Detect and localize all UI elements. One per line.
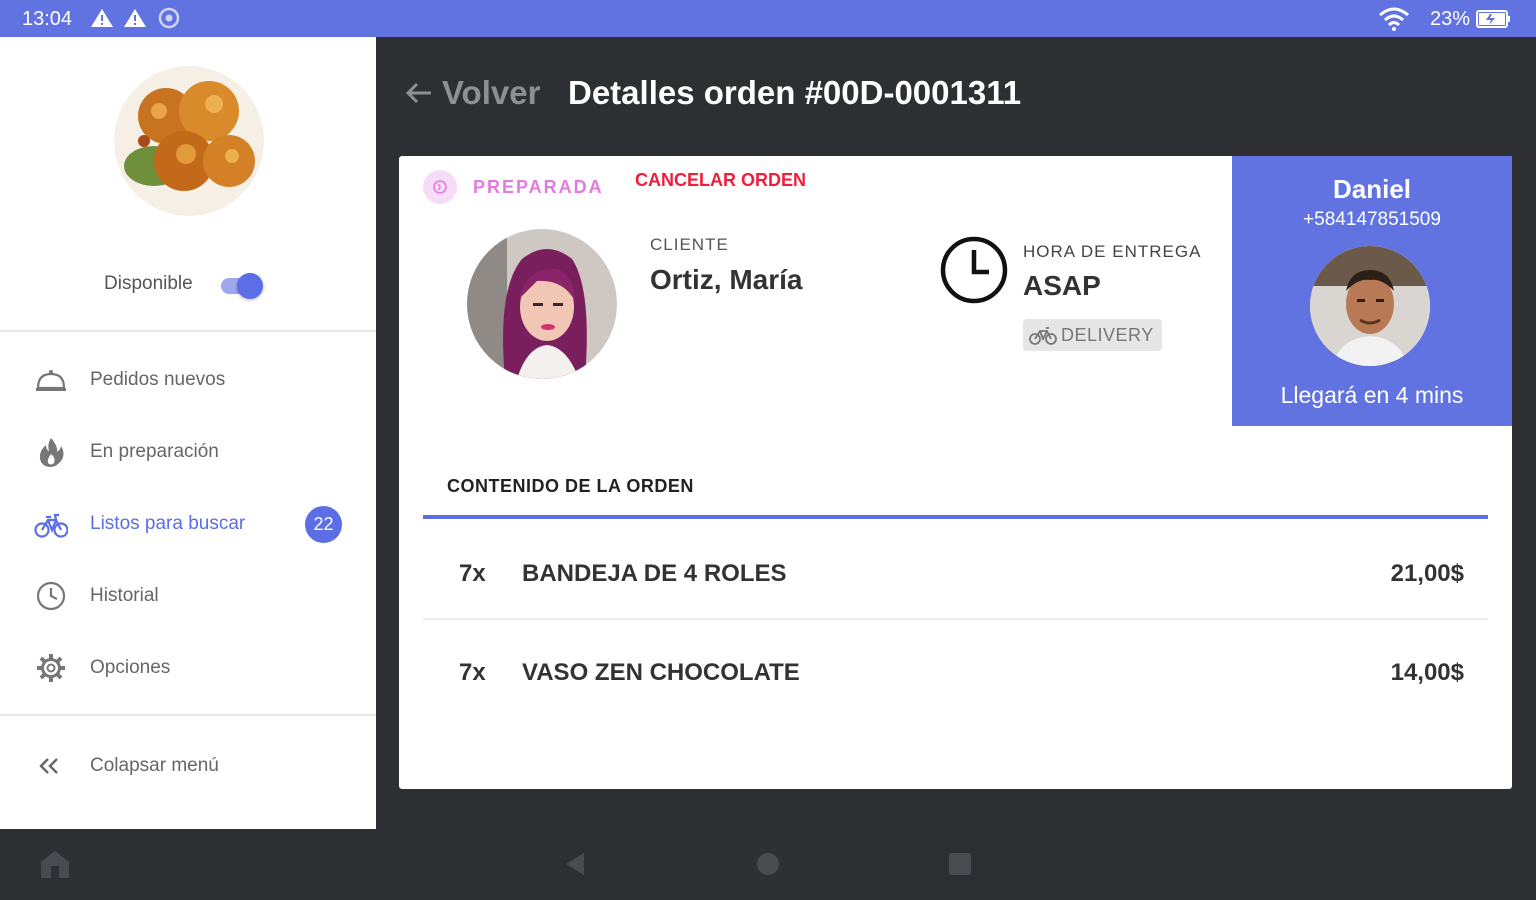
- bicycle-icon: [34, 513, 68, 538]
- recents-nav-icon[interactable]: [947, 851, 973, 877]
- order-card: PREPARADA CANCELAR ORDEN CLIENTE Ortiz, …: [399, 156, 1512, 789]
- divider: [423, 515, 1488, 519]
- driver-panel: Daniel +584147851509 Llegará en 4 mins: [1232, 156, 1512, 426]
- driver-avatar: [1310, 246, 1430, 366]
- sidebar-item-label: Opciones: [90, 657, 171, 678]
- order-item-row: 7x BANDEJA DE 4 ROLES 21,00$: [423, 522, 1488, 620]
- arrow-left-icon: [405, 82, 431, 104]
- order-item-row: 7x VASO ZEN CHOCOLATE 14,00$: [423, 621, 1488, 719]
- client-name: Ortiz, María: [650, 264, 803, 295]
- delivery-time-label: HORA DE ENTREGA: [1023, 242, 1202, 261]
- divider: [0, 714, 376, 716]
- driver-eta: Llegará en 4 mins: [1280, 382, 1464, 408]
- warning-icon: [124, 9, 146, 27]
- double-chevron-left-icon: [39, 758, 58, 774]
- sidebar-item-opciones[interactable]: Opciones: [0, 643, 376, 693]
- clock-icon: [940, 236, 1008, 304]
- sidebar-item-pedidos-nuevos[interactable]: Pedidos nuevos: [0, 355, 376, 405]
- item-name: VASO ZEN CHOCOLATE: [522, 659, 800, 686]
- availability-label: Disponible: [104, 273, 193, 294]
- order-status: PREPARADA: [473, 177, 604, 197]
- restaurant-avatar: [114, 66, 264, 216]
- item-quantity: 7x: [459, 560, 486, 587]
- bicycle-icon: [1029, 327, 1057, 345]
- battery-percent: 23%: [1429, 8, 1470, 30]
- back-label: Volver: [442, 74, 541, 111]
- sidebar-item-label: Listos para buscar: [90, 513, 246, 534]
- settings-status-icon: [158, 7, 180, 29]
- count-badge: 22: [305, 506, 342, 543]
- back-nav-icon[interactable]: [562, 851, 588, 877]
- warning-icon: [91, 9, 113, 27]
- driver-name: Daniel: [1332, 174, 1412, 204]
- divider: [423, 618, 1488, 620]
- driver-phone: +584147851509: [1303, 209, 1441, 230]
- sidebar-item-label: En preparación: [90, 441, 219, 462]
- sidebar: Disponible Pedidos nuevos En preparación…: [0, 37, 376, 829]
- status-time: 13:04: [22, 8, 73, 30]
- cancel-order-button[interactable]: CANCELAR ORDEN: [635, 170, 806, 191]
- system-nav-bar: [0, 829, 1536, 900]
- divider: [0, 330, 376, 332]
- delivery-type-chip: DELIVERY: [1023, 319, 1162, 351]
- item-quantity: 7x: [459, 659, 486, 686]
- availability-toggle[interactable]: [219, 273, 265, 299]
- sidebar-item-listos-para-buscar[interactable]: Listos para buscar 22: [0, 499, 376, 549]
- sidebar-item-label: Pedidos nuevos: [90, 369, 226, 390]
- sidebar-item-historial[interactable]: Historial: [0, 571, 376, 621]
- delivery-time: ASAP: [1023, 270, 1101, 301]
- status-bar: 13:04 23%: [0, 0, 1536, 37]
- home-app-icon[interactable]: [38, 848, 72, 880]
- gear-icon: [37, 654, 65, 682]
- battery-icon: [1476, 10, 1510, 28]
- item-price: 14,00$: [1390, 659, 1464, 686]
- item-price: 21,00$: [1390, 560, 1464, 587]
- clock-icon: [36, 581, 66, 611]
- home-nav-icon[interactable]: [755, 851, 781, 877]
- order-contents-heading: CONTENIDO DE LA ORDEN: [447, 476, 694, 496]
- client-label: CLIENTE: [650, 235, 729, 254]
- sidebar-item-label: Historial: [90, 585, 159, 606]
- sidebar-item-en-preparacion[interactable]: En preparación: [0, 427, 376, 477]
- wifi-icon: [1379, 7, 1409, 31]
- page-title: Detalles orden #00D-0001311: [568, 74, 1022, 111]
- availability-row: Disponible: [0, 270, 376, 300]
- collapse-menu-label: Colapsar menú: [90, 755, 219, 776]
- delivery-type: DELIVERY: [1061, 325, 1154, 345]
- client-avatar: [467, 229, 617, 379]
- status-icon: [423, 170, 457, 204]
- cloche-icon: [36, 370, 66, 391]
- flame-icon: [39, 438, 64, 467]
- item-name: BANDEJA DE 4 ROLES: [522, 560, 787, 587]
- collapse-menu-button[interactable]: Colapsar menú: [0, 741, 376, 791]
